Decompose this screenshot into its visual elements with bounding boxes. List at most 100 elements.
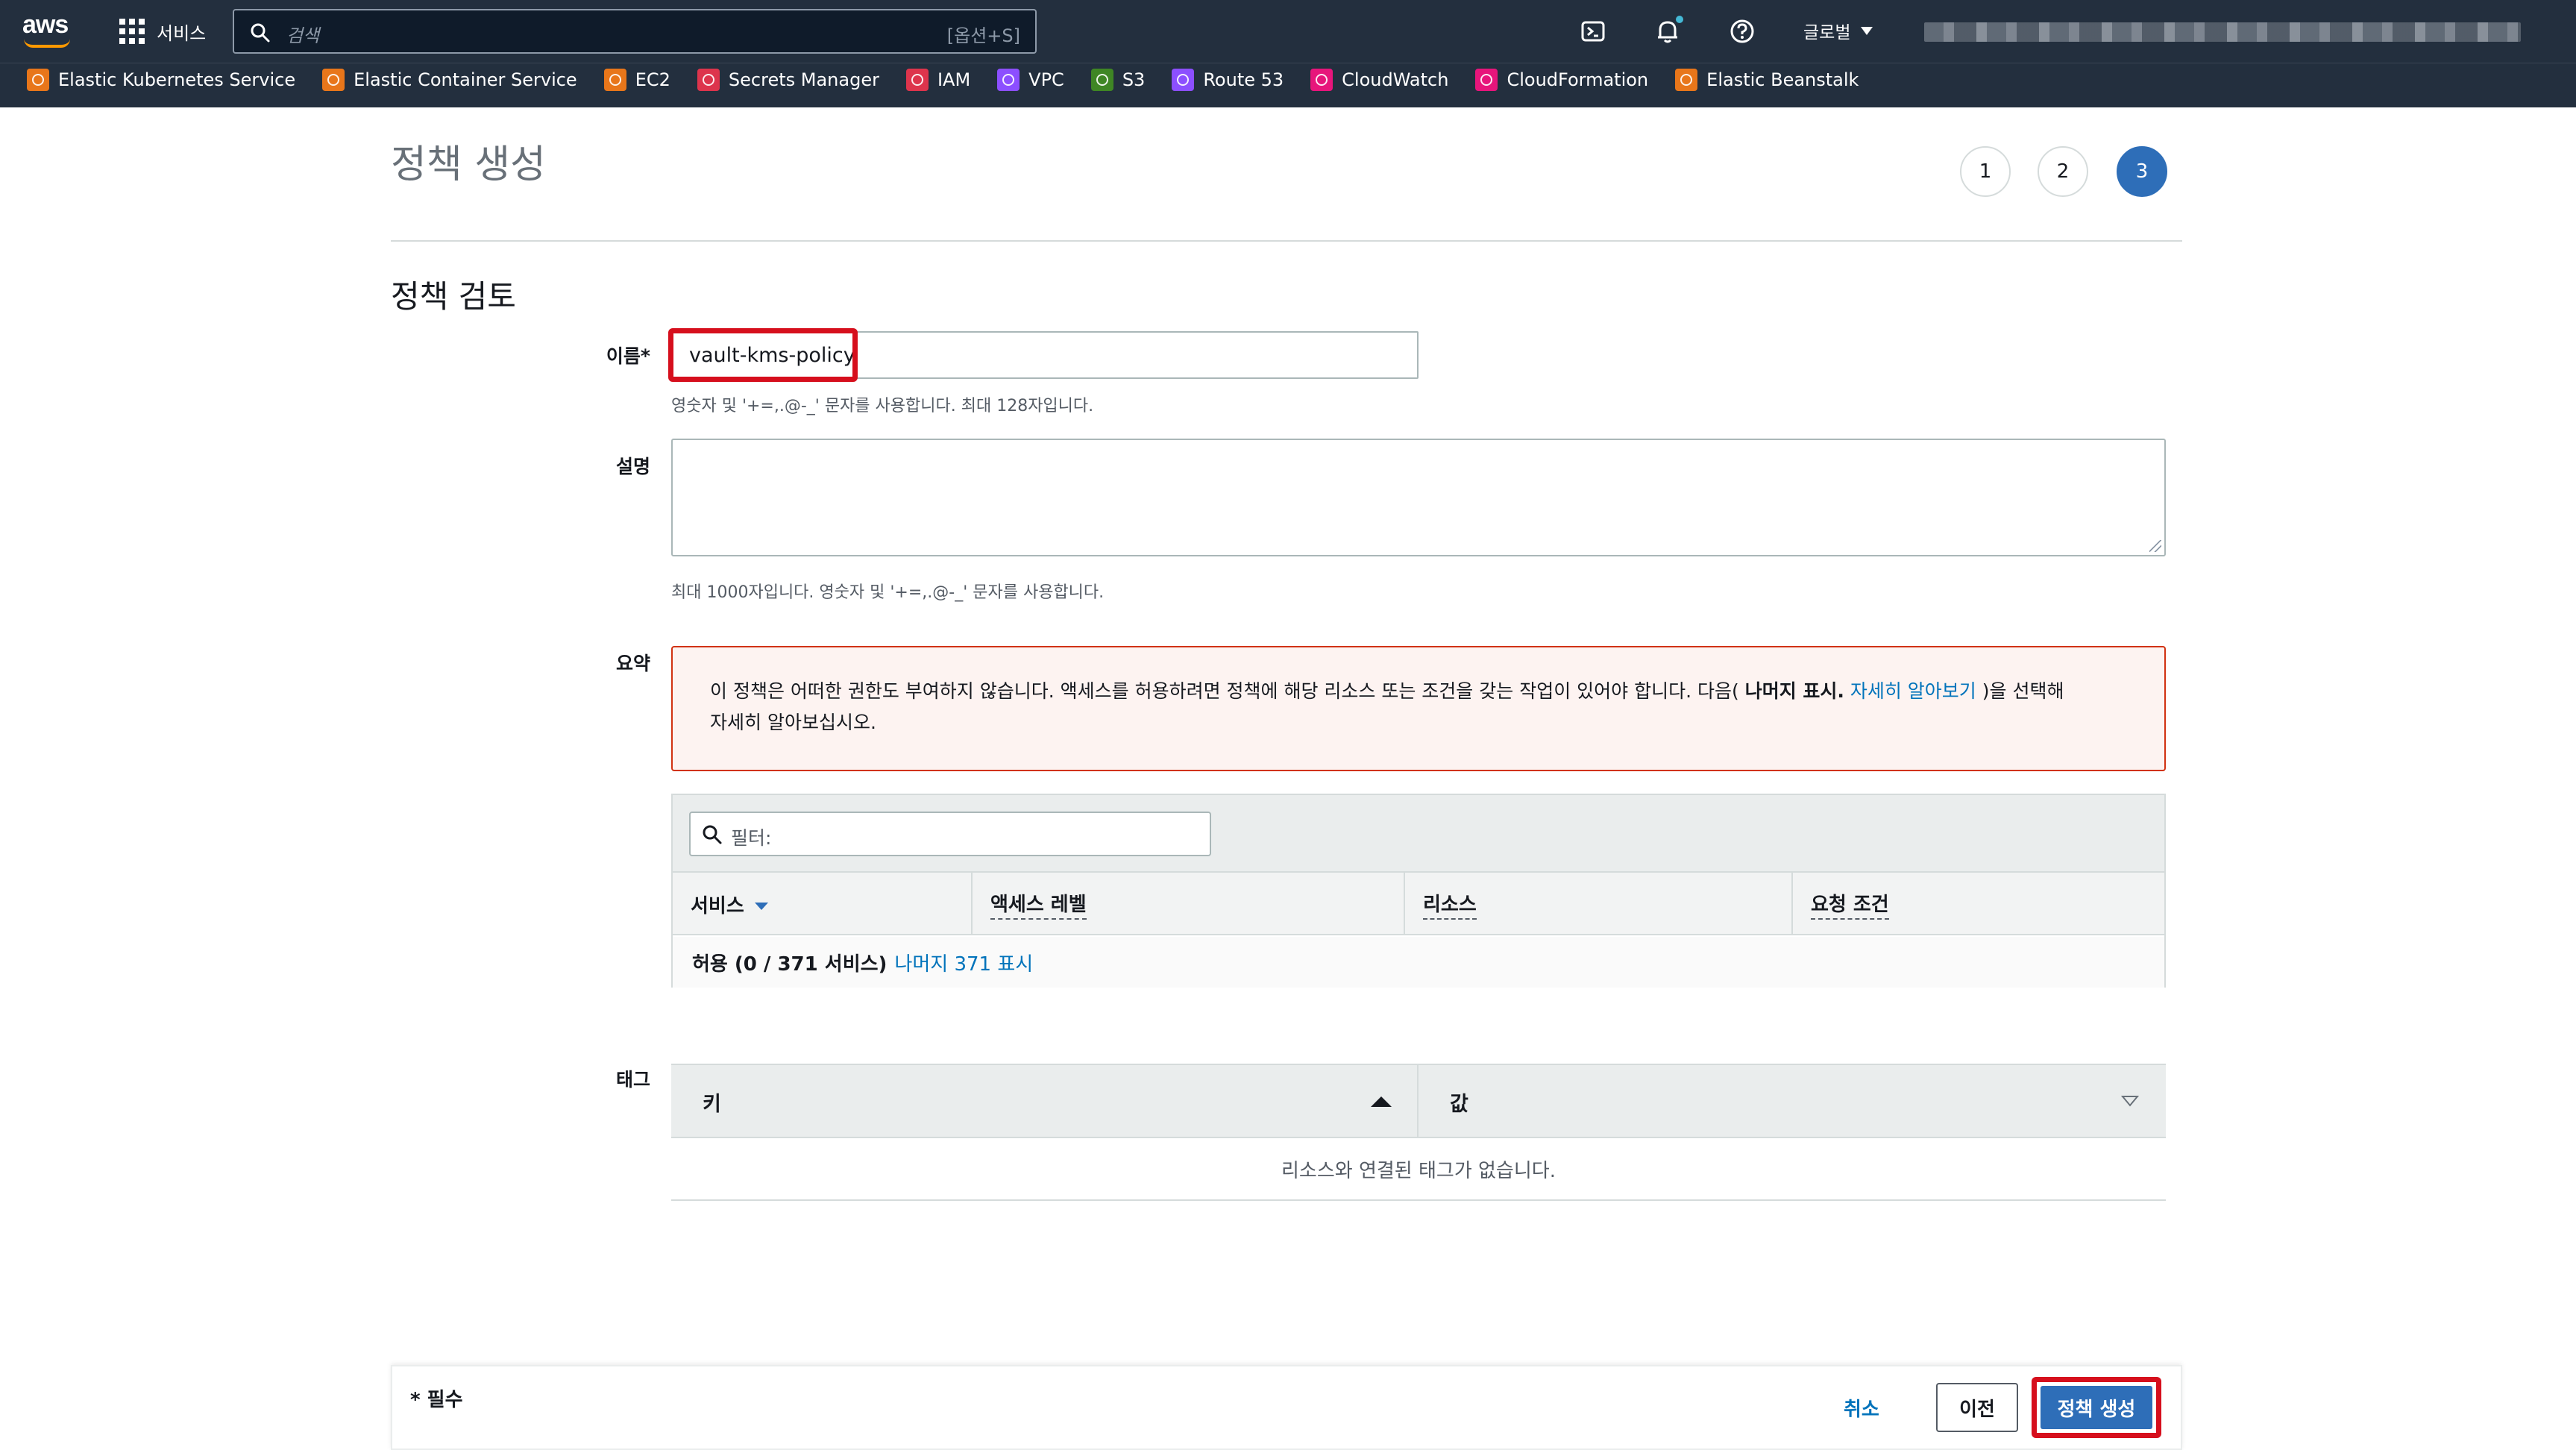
- column-value[interactable]: 값: [1450, 1065, 1468, 1138]
- column-access-level[interactable]: 액세스 레벨: [971, 873, 1404, 935]
- tags-table: 키 값 리소스와 연결된 태그가 없습니다.: [671, 1064, 2166, 1201]
- aws-logo[interactable]: aws: [22, 12, 75, 49]
- favorite-label: VPC: [1028, 69, 1064, 90]
- required-note: * 필수: [410, 1389, 463, 1411]
- help-circle-icon[interactable]: [1724, 13, 1760, 49]
- column-value-label: 값: [1450, 1092, 1468, 1116]
- tags-empty-message: 리소스와 연결된 태그가 없습니다.: [671, 1138, 2166, 1201]
- favorite-item-3[interactable]: Secrets Manager: [697, 69, 879, 91]
- name-hint: 영숫자 및 '+=,.@-_' 문자를 사용합니다. 최대 128자입니다.: [671, 397, 1094, 415]
- learn-more-link[interactable]: 자세히 알아보기: [1850, 680, 1976, 702]
- step-1[interactable]: 1: [1960, 146, 2011, 197]
- table-row-allow: 허용 (0 / 371 서비스) 나머지 371 표시: [673, 937, 2164, 988]
- column-request-condition[interactable]: 요청 조건: [1791, 873, 2164, 935]
- services-label: 서비스: [157, 22, 207, 44]
- aws-smile-icon: [24, 39, 70, 48]
- favorite-label: S3: [1122, 69, 1146, 90]
- column-service[interactable]: 서비스: [673, 873, 971, 935]
- summary-table-header: 서비스 액세스 레벨 리소스 요청 조건: [673, 873, 2164, 935]
- filter-bar: 필터:: [673, 795, 2164, 873]
- favorite-label: Elastic Beanstalk: [1706, 69, 1859, 90]
- notifications-bell-icon[interactable]: [1650, 13, 1686, 49]
- alert-bold-text: 나머지 표시.: [1744, 680, 1844, 702]
- favorite-item-0[interactable]: Elastic Kubernetes Service: [27, 69, 295, 91]
- resize-handle-icon[interactable]: [2149, 540, 2161, 552]
- favorite-item-5[interactable]: VPC: [997, 69, 1064, 91]
- create-policy-button[interactable]: 정책 생성: [2041, 1386, 2152, 1429]
- alert-text-after: )을 선택해: [1982, 680, 2064, 702]
- favorite-item-8[interactable]: CloudWatch: [1310, 69, 1448, 91]
- name-highlight-box: [668, 328, 858, 382]
- services-menu-button[interactable]: 서비스: [119, 15, 206, 48]
- column-key[interactable]: 키: [703, 1065, 721, 1138]
- search-placeholder: 검색: [286, 25, 320, 46]
- search-icon: [703, 825, 722, 844]
- favorite-item-7[interactable]: Route 53: [1172, 69, 1284, 91]
- favorite-item-9[interactable]: CloudFormation: [1475, 69, 1648, 91]
- s3-icon: [1090, 69, 1113, 91]
- column-resource[interactable]: 리소스: [1404, 873, 1791, 935]
- filter-placeholder: 필터:: [731, 827, 772, 849]
- global-search-input[interactable]: 검색 [옵션+S]: [233, 9, 1037, 54]
- ecs-icon: [322, 69, 345, 91]
- vpc-icon: [997, 69, 1020, 91]
- description-label: 설명: [615, 456, 650, 477]
- region-selector[interactable]: 글로벌: [1803, 18, 1873, 43]
- iam-icon: [905, 69, 929, 91]
- no-permission-alert: 이 정책은 어떠한 권한도 부여하지 않습니다. 액세스를 허용하려면 정책에 …: [671, 646, 2166, 771]
- cloudformation-icon: [1475, 69, 1498, 91]
- search-shortcut-hint: [옵션+S]: [946, 25, 1020, 46]
- sort-toggle-icon[interactable]: [2121, 1095, 2139, 1107]
- filter-input[interactable]: 필터:: [689, 812, 1211, 856]
- favorites-list: Elastic Kubernetes Service Elastic Contai…: [27, 69, 1859, 91]
- favorite-label: Elastic Kubernetes Service: [58, 69, 296, 90]
- step-3-active: 3: [2117, 146, 2167, 197]
- page-title: 정책 생성: [391, 142, 546, 187]
- beanstalk-icon: [1675, 69, 1698, 91]
- favorite-label: Elastic Container Service: [354, 69, 577, 90]
- summary-table: 필터: 서비스 액세스 레벨 리소스 요청 조건 허용 (0 / 371 서비스…: [671, 794, 2166, 988]
- favorite-label: IAM: [937, 69, 971, 90]
- alert-text: 이 정책은 어떠한 권한도 부여하지 않습니다. 액세스를 허용하려면 정책에 …: [710, 680, 1739, 702]
- secrets-manager-icon: [697, 69, 720, 91]
- column-service-label: 서비스: [691, 894, 744, 917]
- column-resource-label: 리소스: [1423, 889, 1477, 920]
- favorite-item-1[interactable]: Elastic Container Service: [322, 69, 577, 91]
- description-hint: 최대 1000자입니다. 영숫자 및 '+=,.@-_' 문자를 사용합니다.: [671, 583, 1105, 602]
- column-access-level-label: 액세스 레벨: [990, 889, 1087, 920]
- column-divider: [1417, 1065, 1419, 1138]
- show-remaining-link[interactable]: 나머지 371 표시: [894, 949, 1033, 976]
- favorite-item-4[interactable]: IAM: [905, 69, 971, 91]
- cloudshell-icon[interactable]: [1575, 13, 1611, 49]
- account-menu-redacted[interactable]: [1924, 22, 2521, 42]
- tags-table-header: 키 값: [671, 1065, 2166, 1138]
- sort-ascending-icon[interactable]: [1371, 1096, 1392, 1107]
- services-grid-icon: [119, 19, 145, 44]
- sort-descending-icon: [754, 903, 768, 910]
- region-label: 글로벌: [1803, 23, 1851, 43]
- favorite-label: Secrets Manager: [728, 69, 879, 90]
- favorite-item-2[interactable]: EC2: [603, 69, 670, 91]
- favorite-label: CloudFormation: [1507, 69, 1649, 90]
- route53-icon: [1172, 69, 1195, 91]
- column-key-label: 키: [703, 1092, 721, 1116]
- favorite-item-6[interactable]: S3: [1090, 69, 1146, 91]
- eks-icon: [27, 69, 49, 91]
- cancel-button[interactable]: 취소: [1844, 1389, 1879, 1426]
- search-icon: [251, 23, 270, 43]
- description-textarea[interactable]: [671, 439, 2166, 556]
- column-request-condition-label: 요청 조건: [1811, 889, 1889, 920]
- footer-bar: [391, 1365, 2182, 1450]
- ec2-icon: [603, 69, 626, 91]
- step-2[interactable]: 2: [2038, 146, 2088, 197]
- summary-label: 요약: [615, 653, 650, 674]
- allow-count-label: 허용 (0 / 371 서비스): [692, 952, 888, 976]
- name-label: 이름*: [606, 345, 650, 367]
- favorite-label: Route 53: [1203, 69, 1284, 90]
- chevron-down-icon: [1861, 26, 1873, 35]
- favorite-item-10[interactable]: Elastic Beanstalk: [1675, 69, 1859, 91]
- tags-label: 태그: [615, 1069, 650, 1090]
- aws-logo-text: aws: [22, 10, 69, 39]
- cloudwatch-icon: [1310, 69, 1333, 91]
- previous-button[interactable]: 이전: [1936, 1383, 2018, 1432]
